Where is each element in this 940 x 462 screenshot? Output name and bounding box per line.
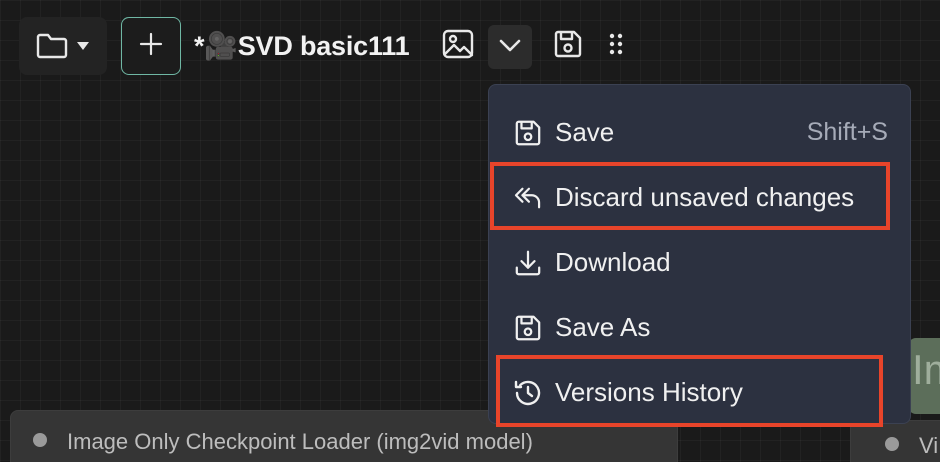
- keyboard-shortcut: Shift+S: [806, 118, 888, 146]
- download-icon: [513, 249, 543, 277]
- menu-item-versions-history[interactable]: Versions History: [489, 366, 910, 418]
- node-collapse-dot[interactable]: [885, 437, 899, 451]
- image-node[interactable]: Ima: [908, 338, 940, 414]
- workflow-actions-dropdown-button[interactable]: [488, 25, 532, 69]
- save-icon: [513, 314, 543, 342]
- chevron-down-icon: [498, 37, 522, 58]
- video-node[interactable]: Vi: [850, 420, 940, 462]
- save-icon: [553, 29, 583, 64]
- new-workflow-button[interactable]: [121, 17, 181, 75]
- history-icon: [513, 379, 543, 407]
- save-button[interactable]: [550, 27, 586, 65]
- menu-item-download[interactable]: Download: [489, 236, 910, 288]
- save-icon: [513, 119, 543, 147]
- plus-icon: [139, 32, 163, 61]
- image-icon: [442, 29, 474, 64]
- image-button[interactable]: [440, 27, 476, 65]
- menu-item-save-as[interactable]: Save As: [489, 301, 910, 353]
- folder-icon: [36, 32, 68, 60]
- menu-item-discard-unsaved-changes[interactable]: Discard unsaved changes: [489, 171, 910, 223]
- workflow-actions-menu: Save Shift+S Discard unsaved changes Dow…: [488, 84, 911, 424]
- menu-item-label: Download: [555, 247, 671, 277]
- node-title: Ima: [912, 346, 940, 393]
- node-collapse-dot[interactable]: [33, 433, 47, 447]
- menu-item-label: Save As: [555, 312, 651, 342]
- node-title: Vi: [919, 433, 939, 458]
- undo-icon: [513, 184, 543, 212]
- drag-handle-icon: [609, 32, 623, 61]
- workflow-menu-button[interactable]: [19, 17, 107, 75]
- menu-item-label: Save: [555, 117, 615, 147]
- menu-item-label: Discard unsaved changes: [555, 182, 855, 212]
- menu-item-label: Versions History: [555, 377, 743, 407]
- top-toolbar: *🎥SVD basic111: [0, 0, 940, 90]
- menu-item-save[interactable]: Save Shift+S: [489, 106, 910, 158]
- caret-down-icon: [76, 40, 90, 52]
- workflow-title: *🎥SVD basic111: [194, 31, 410, 61]
- node-title: Image Only Checkpoint Loader (img2vid mo…: [67, 429, 533, 454]
- drag-handle[interactable]: [604, 31, 628, 61]
